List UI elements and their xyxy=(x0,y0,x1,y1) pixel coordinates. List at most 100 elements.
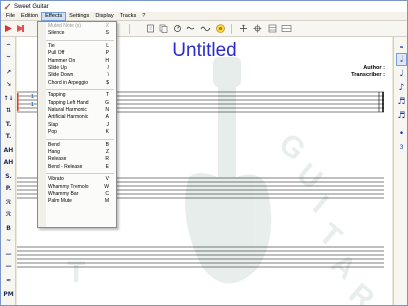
menu-item-shortcut: N xyxy=(105,107,109,113)
menu-item-whammy-tremolo[interactable]: Whammy Tremolo W xyxy=(38,184,116,191)
stroke-icon[interactable]: ⇅ xyxy=(3,105,14,116)
menu-item-label: Whammy Tremolo xyxy=(48,183,89,190)
menu-item-silence[interactable]: Silence S xyxy=(38,30,116,37)
note-duration-palette: 𝅝 𝅗𝅥 ♩ ♪ ♬ ♬ • 3 xyxy=(393,37,407,305)
menu-item-shortcut: H xyxy=(105,57,109,64)
triplet-icon[interactable]: 3 xyxy=(396,141,407,154)
menu-item-pull-off[interactable]: Pull Off P xyxy=(38,50,116,57)
tapping-icon[interactable]: T. xyxy=(3,119,14,130)
menu-item-tapping[interactable]: Tapping T xyxy=(38,92,116,99)
menu-item-hammer-on[interactable]: Hammer On H xyxy=(38,58,116,65)
menu-item-slide-up[interactable]: Slide Up / xyxy=(38,65,116,72)
menu-item-shortcut: G xyxy=(105,99,109,106)
tab-staff-3 xyxy=(17,246,384,268)
slide-down-icon[interactable]: ↘ xyxy=(3,79,14,90)
menu-display[interactable]: Display xyxy=(92,12,116,21)
menu-item-label: Artificial Harmonic xyxy=(48,114,89,121)
menu-item-artificial-harmonic[interactable]: Artificial Harmonic A xyxy=(38,114,116,121)
tuner-icon[interactable] xyxy=(215,23,226,34)
artificial-harmonic-icon[interactable]: AH xyxy=(3,157,14,168)
whammy-icon[interactable]: B xyxy=(3,223,14,234)
dotted-note-icon[interactable]: • xyxy=(396,127,407,140)
menu-item-slap[interactable]: Slap J xyxy=(38,122,116,129)
tab-note-2[interactable]: 1 xyxy=(31,102,34,108)
list-icon[interactable] xyxy=(281,23,292,34)
toolbar-separator xyxy=(129,24,130,34)
half-note-icon[interactable]: 𝅗𝅥 xyxy=(396,53,407,66)
menu-item-whammy-bar[interactable]: Whammy Bar C xyxy=(38,191,116,198)
menu-item-palm-mute[interactable]: Palm Mute M xyxy=(38,198,116,205)
sixteenth-note-icon[interactable]: ♬ xyxy=(396,95,407,108)
copy-icon[interactable] xyxy=(158,23,169,34)
wave-icon[interactable] xyxy=(200,23,211,34)
slur-icon[interactable]: ⌣ xyxy=(3,51,14,62)
menu-item-label: Tie xyxy=(48,42,55,49)
menu-item-shortcut: T xyxy=(105,92,109,99)
arpeggio-icon[interactable]: ↑↓ xyxy=(3,93,14,104)
menu-item-shortcut: K xyxy=(105,129,109,136)
menu-item-label: Chord in Arpeggio xyxy=(48,79,89,86)
menu-item-label: Tapping Left Hand xyxy=(48,99,89,106)
menu-effects[interactable]: Effects xyxy=(41,11,67,21)
menu-file[interactable]: File xyxy=(3,12,18,21)
menu-help[interactable]: ? xyxy=(139,12,148,21)
record-icon[interactable] xyxy=(15,23,26,34)
grid-icon[interactable] xyxy=(267,23,278,34)
thirty-second-note-icon[interactable]: ♬ xyxy=(396,109,407,122)
menu-item-label: Hang xyxy=(48,149,60,155)
tremolo-icon[interactable]: — xyxy=(3,249,14,260)
effects-dropdown-menu: Muted Note (x) X Silence S Tie L Pull Off P Hamm… xyxy=(37,21,117,228)
menu-item-shortcut: W xyxy=(104,183,109,190)
tapping-left-icon[interactable]: T. xyxy=(3,131,14,142)
tab-note-1[interactable]: 1 xyxy=(31,94,34,100)
natural-harmonic-icon[interactable]: AH xyxy=(3,145,14,156)
palm-mute-icon[interactable]: PM xyxy=(3,289,14,300)
menu-edition[interactable]: Edition xyxy=(18,12,41,21)
menu-item-bend[interactable]: Bend B xyxy=(38,142,116,149)
release-icon[interactable]: ℛ xyxy=(3,209,14,220)
tie-icon[interactable]: ⌢ xyxy=(3,39,14,50)
move-icon[interactable] xyxy=(238,23,249,34)
menu-item-shortcut: $ xyxy=(106,79,109,86)
menu-item-label: Pull Off xyxy=(48,50,65,57)
vibrato-icon[interactable]: ~ xyxy=(3,235,14,246)
menu-item-pop[interactable]: Pop K xyxy=(38,129,116,136)
menu-separator xyxy=(46,173,114,175)
app-window: Sweet Guitar File Edition Effects Settin… xyxy=(0,0,408,306)
wide-vibrato-icon[interactable]: ≈ xyxy=(3,275,14,286)
menu-item-vibrato[interactable]: Vibrato V xyxy=(38,176,116,183)
menu-tracks[interactable]: Tracks xyxy=(117,12,140,21)
page-icon[interactable] xyxy=(145,23,156,34)
quarter-note-icon[interactable]: ♩ xyxy=(396,67,407,80)
menu-item-tie[interactable]: Tie L xyxy=(38,43,116,50)
menu-item-slide-down[interactable]: Slide Down \ xyxy=(38,72,116,79)
play-icon[interactable] xyxy=(3,23,14,34)
menu-item-release[interactable]: Release R xyxy=(38,156,116,163)
whole-note-icon[interactable]: 𝅝 xyxy=(396,39,407,52)
bend-icon[interactable]: ℛ xyxy=(3,197,14,208)
menu-item-label: Slide Up xyxy=(48,65,67,71)
menu-item-label: Slap xyxy=(48,121,59,128)
slide-up-icon[interactable]: ↗ xyxy=(3,67,14,78)
menu-item-bend-release[interactable]: Bend - Release E xyxy=(38,164,116,171)
whammy-bar-icon[interactable]: — xyxy=(3,261,14,272)
menu-item-shortcut: V xyxy=(105,176,109,183)
menu-settings[interactable]: Settings xyxy=(66,12,92,21)
menu-item-muted-note-x: Muted Note (x) X xyxy=(38,23,116,30)
slap-icon[interactable]: S. xyxy=(3,171,14,182)
eighth-note-icon[interactable]: ♪ xyxy=(396,81,407,94)
window-title: Sweet Guitar xyxy=(14,3,49,10)
menu-item-natural-harmonic[interactable]: Natural Harmonic N xyxy=(38,107,116,114)
menu-item-label: Vibrato xyxy=(48,176,64,183)
menu-item-tapping-left-hand[interactable]: Tapping Left Hand G xyxy=(38,100,116,107)
menu-item-hang[interactable]: Hang Z xyxy=(38,149,116,156)
edit-cursor xyxy=(17,93,19,111)
loop-icon[interactable] xyxy=(185,23,196,34)
pop-icon[interactable]: P. xyxy=(3,183,14,194)
menu-item-label: Natural Harmonic xyxy=(48,107,87,113)
menu-item-shortcut: L xyxy=(106,42,109,49)
menu-item-shortcut: \ xyxy=(107,72,109,79)
menu-item-chord-in-arpeggio[interactable]: Chord in Arpeggio $ xyxy=(38,80,116,87)
metronome-icon[interactable] xyxy=(172,23,183,34)
crosshair-icon[interactable] xyxy=(252,23,263,34)
